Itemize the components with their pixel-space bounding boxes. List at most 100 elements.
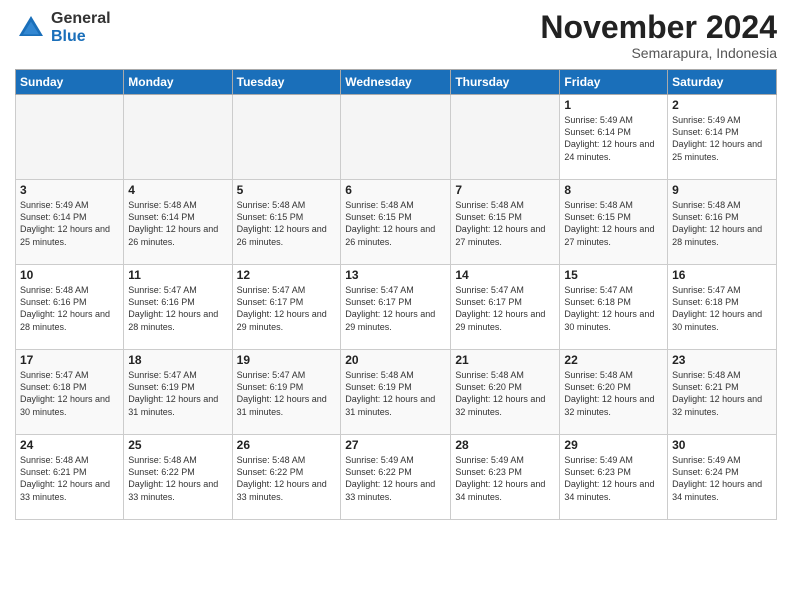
calendar-cell: 24 Sunrise: 5:48 AM Sunset: 6:21 PM Dayli… xyxy=(16,435,124,520)
day-number: 23 xyxy=(672,353,772,367)
calendar-cell xyxy=(16,95,124,180)
calendar-cell: 27 Sunrise: 5:49 AM Sunset: 6:22 PM Dayli… xyxy=(341,435,451,520)
calendar-cell: 4 Sunrise: 5:48 AM Sunset: 6:14 PM Daylig… xyxy=(124,180,232,265)
day-info: Sunrise: 5:48 AM Sunset: 6:15 PM Dayligh… xyxy=(564,199,663,248)
day-info: Sunrise: 5:49 AM Sunset: 6:14 PM Dayligh… xyxy=(564,114,663,163)
calendar-cell xyxy=(124,95,232,180)
calendar-cell: 23 Sunrise: 5:48 AM Sunset: 6:21 PM Dayli… xyxy=(668,350,777,435)
calendar-cell: 3 Sunrise: 5:49 AM Sunset: 6:14 PM Daylig… xyxy=(16,180,124,265)
logo: General Blue xyxy=(15,10,111,45)
day-info: Sunrise: 5:48 AM Sunset: 6:15 PM Dayligh… xyxy=(237,199,337,248)
day-info: Sunrise: 5:49 AM Sunset: 6:24 PM Dayligh… xyxy=(672,454,772,503)
logo-general: General xyxy=(51,10,111,28)
day-info: Sunrise: 5:48 AM Sunset: 6:22 PM Dayligh… xyxy=(128,454,227,503)
location: Semarapura, Indonesia xyxy=(540,45,777,61)
calendar-cell: 15 Sunrise: 5:47 AM Sunset: 6:18 PM Dayli… xyxy=(560,265,668,350)
day-number: 21 xyxy=(455,353,555,367)
day-info: Sunrise: 5:47 AM Sunset: 6:19 PM Dayligh… xyxy=(237,369,337,418)
calendar-cell: 1 Sunrise: 5:49 AM Sunset: 6:14 PM Daylig… xyxy=(560,95,668,180)
day-number: 20 xyxy=(345,353,446,367)
day-header-tuesday: Tuesday xyxy=(232,70,341,95)
calendar-cell: 30 Sunrise: 5:49 AM Sunset: 6:24 PM Dayli… xyxy=(668,435,777,520)
day-number: 1 xyxy=(564,98,663,112)
day-number: 6 xyxy=(345,183,446,197)
calendar-cell: 28Sunrise: 5:49 AM Sunset: 6:23 PM Dayli… xyxy=(451,435,560,520)
day-header-monday: Monday xyxy=(124,70,232,95)
day-info: Sunrise: 5:47 AM Sunset: 6:17 PM Dayligh… xyxy=(345,284,446,333)
day-number: 2 xyxy=(672,98,772,112)
day-number: 12 xyxy=(237,268,337,282)
calendar-cell: 19 Sunrise: 5:47 AM Sunset: 6:19 PM Dayli… xyxy=(232,350,341,435)
day-info: Sunrise: 5:49 AM Sunset: 6:14 PM Dayligh… xyxy=(20,199,119,248)
calendar-cell: 6Sunrise: 5:48 AM Sunset: 6:15 PM Daylig… xyxy=(341,180,451,265)
calendar-cell: 2Sunrise: 5:49 AM Sunset: 6:14 PM Daylig… xyxy=(668,95,777,180)
day-header-friday: Friday xyxy=(560,70,668,95)
header: General Blue November 2024 Semarapura, I… xyxy=(15,10,777,61)
day-number: 29 xyxy=(564,438,663,452)
week-row-1: 3 Sunrise: 5:49 AM Sunset: 6:14 PM Daylig… xyxy=(16,180,777,265)
calendar-cell: 17 Sunrise: 5:47 AM Sunset: 6:18 PM Dayli… xyxy=(16,350,124,435)
calendar-cell: 5 Sunrise: 5:48 AM Sunset: 6:15 PM Daylig… xyxy=(232,180,341,265)
day-info: Sunrise: 5:48 AM Sunset: 6:20 PM Dayligh… xyxy=(455,369,555,418)
day-info: Sunrise: 5:47 AM Sunset: 6:19 PM Dayligh… xyxy=(128,369,227,418)
day-info: Sunrise: 5:49 AM Sunset: 6:22 PM Dayligh… xyxy=(345,454,446,503)
month-title: November 2024 xyxy=(540,10,777,45)
title-area: November 2024 Semarapura, Indonesia xyxy=(540,10,777,61)
day-info: Sunrise: 5:49 AM Sunset: 6:23 PM Dayligh… xyxy=(564,454,663,503)
day-info: Sunrise: 5:48 AM Sunset: 6:19 PM Dayligh… xyxy=(345,369,446,418)
day-number: 4 xyxy=(128,183,227,197)
calendar-cell: 20 Sunrise: 5:48 AM Sunset: 6:19 PM Dayli… xyxy=(341,350,451,435)
day-info: Sunrise: 5:47 AM Sunset: 6:18 PM Dayligh… xyxy=(564,284,663,333)
calendar-cell: 22 Sunrise: 5:48 AM Sunset: 6:20 PM Dayli… xyxy=(560,350,668,435)
day-header-sunday: Sunday xyxy=(16,70,124,95)
calendar-cell xyxy=(341,95,451,180)
day-info: Sunrise: 5:48 AM Sunset: 6:16 PM Dayligh… xyxy=(672,199,772,248)
day-info: Sunrise: 5:48 AM Sunset: 6:21 PM Dayligh… xyxy=(672,369,772,418)
day-number: 9 xyxy=(672,183,772,197)
day-info: Sunrise: 5:48 AM Sunset: 6:15 PM Dayligh… xyxy=(455,199,555,248)
week-row-2: 10 Sunrise: 5:48 AM Sunset: 6:16 PM Dayli… xyxy=(16,265,777,350)
day-number: 3 xyxy=(20,183,119,197)
calendar-cell xyxy=(451,95,560,180)
week-row-4: 24 Sunrise: 5:48 AM Sunset: 6:21 PM Dayli… xyxy=(16,435,777,520)
day-number: 5 xyxy=(237,183,337,197)
day-info: Sunrise: 5:47 AM Sunset: 6:17 PM Dayligh… xyxy=(237,284,337,333)
day-number: 14 xyxy=(455,268,555,282)
calendar-cell: 9 Sunrise: 5:48 AM Sunset: 6:16 PM Daylig… xyxy=(668,180,777,265)
day-number: 17 xyxy=(20,353,119,367)
calendar-cell: 26Sunrise: 5:48 AM Sunset: 6:22 PM Dayli… xyxy=(232,435,341,520)
day-number: 19 xyxy=(237,353,337,367)
day-number: 15 xyxy=(564,268,663,282)
days-header-row: SundayMondayTuesdayWednesdayThursdayFrid… xyxy=(16,70,777,95)
day-number: 10 xyxy=(20,268,119,282)
calendar-cell: 14 Sunrise: 5:47 AM Sunset: 6:17 PM Dayli… xyxy=(451,265,560,350)
day-number: 7 xyxy=(455,183,555,197)
calendar-cell: 18 Sunrise: 5:47 AM Sunset: 6:19 PM Dayli… xyxy=(124,350,232,435)
calendar-cell: 12 Sunrise: 5:47 AM Sunset: 6:17 PM Dayli… xyxy=(232,265,341,350)
day-number: 11 xyxy=(128,268,227,282)
week-row-0: 1 Sunrise: 5:49 AM Sunset: 6:14 PM Daylig… xyxy=(16,95,777,180)
day-info: Sunrise: 5:47 AM Sunset: 6:17 PM Dayligh… xyxy=(455,284,555,333)
day-number: 30 xyxy=(672,438,772,452)
calendar-cell: 8Sunrise: 5:48 AM Sunset: 6:15 PM Daylig… xyxy=(560,180,668,265)
calendar-cell xyxy=(232,95,341,180)
logo-text: General Blue xyxy=(51,10,111,45)
day-info: Sunrise: 5:48 AM Sunset: 6:16 PM Dayligh… xyxy=(20,284,119,333)
day-info: Sunrise: 5:48 AM Sunset: 6:20 PM Dayligh… xyxy=(564,369,663,418)
day-info: Sunrise: 5:47 AM Sunset: 6:18 PM Dayligh… xyxy=(20,369,119,418)
logo-icon xyxy=(15,12,47,44)
day-number: 16 xyxy=(672,268,772,282)
day-number: 25 xyxy=(128,438,227,452)
day-number: 27 xyxy=(345,438,446,452)
day-number: 18 xyxy=(128,353,227,367)
day-info: Sunrise: 5:48 AM Sunset: 6:21 PM Dayligh… xyxy=(20,454,119,503)
day-info: Sunrise: 5:48 AM Sunset: 6:22 PM Dayligh… xyxy=(237,454,337,503)
logo-blue: Blue xyxy=(51,28,111,46)
day-info: Sunrise: 5:48 AM Sunset: 6:14 PM Dayligh… xyxy=(128,199,227,248)
day-number: 22 xyxy=(564,353,663,367)
day-header-thursday: Thursday xyxy=(451,70,560,95)
day-info: Sunrise: 5:47 AM Sunset: 6:18 PM Dayligh… xyxy=(672,284,772,333)
day-number: 13 xyxy=(345,268,446,282)
calendar-cell: 13 Sunrise: 5:47 AM Sunset: 6:17 PM Dayli… xyxy=(341,265,451,350)
day-number: 24 xyxy=(20,438,119,452)
